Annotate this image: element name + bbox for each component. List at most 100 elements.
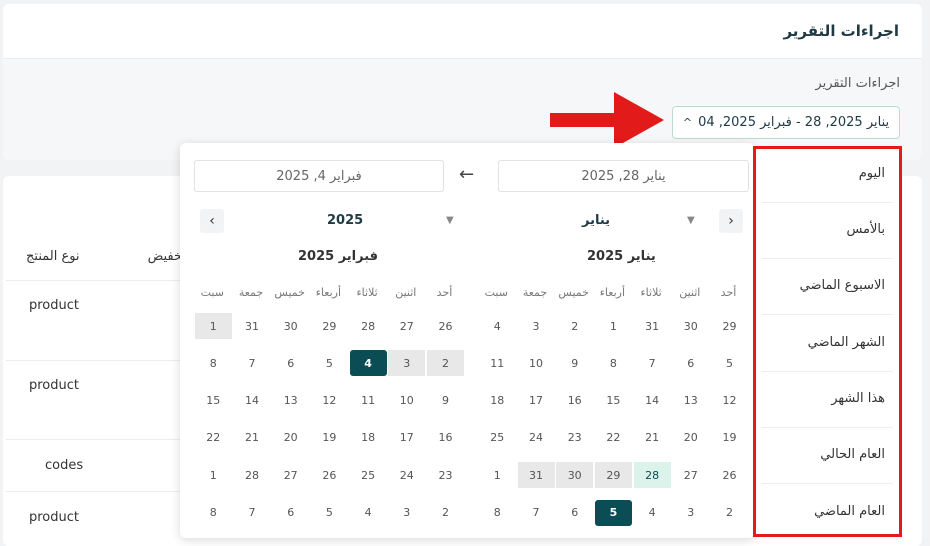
calendar-day[interactable]: 30 xyxy=(556,462,594,489)
calendar-day[interactable]: 5 xyxy=(311,350,348,376)
calendar-day[interactable]: 28 xyxy=(234,462,271,488)
calendar-day[interactable]: 8 xyxy=(195,350,232,376)
calendar-day[interactable]: 1 xyxy=(194,313,232,339)
calendar-day[interactable]: 11 xyxy=(479,350,516,376)
calendar-day[interactable]: 13 xyxy=(272,388,309,414)
calendar-day[interactable]: 8 xyxy=(195,500,232,526)
calendar-day[interactable]: 8 xyxy=(479,500,516,526)
calendar-day[interactable]: 1 xyxy=(595,313,632,339)
month-select[interactable]: يناير xyxy=(582,213,610,228)
calendar-day[interactable]: 17 xyxy=(388,425,425,451)
calendar-day[interactable]: 4 xyxy=(349,350,387,377)
preset-option[interactable]: اليوم xyxy=(859,166,885,181)
calendar-day[interactable]: 1 xyxy=(479,462,516,488)
calendar-day[interactable]: 15 xyxy=(195,388,232,414)
end-date-field[interactable]: فبراير 4, 2025 xyxy=(194,160,444,192)
calendar-day[interactable]: 29 xyxy=(711,313,748,339)
calendar-day[interactable]: 27 xyxy=(388,313,425,339)
calendar-day[interactable]: 5 xyxy=(594,499,632,526)
calendar-day[interactable]: 27 xyxy=(672,462,709,488)
preset-option[interactable]: العام الحالي xyxy=(820,447,885,462)
calendar-day[interactable]: 9 xyxy=(427,388,464,414)
calendar-day[interactable]: 7 xyxy=(234,350,271,376)
calendar-day[interactable]: 29 xyxy=(594,462,632,489)
calendar-day[interactable]: 24 xyxy=(518,425,555,451)
calendar-day[interactable]: 4 xyxy=(634,500,671,526)
calendar-day[interactable]: 21 xyxy=(634,425,671,451)
start-date-field[interactable]: يناير 28, 2025 xyxy=(498,160,749,192)
calendar-day[interactable]: 6 xyxy=(672,350,709,376)
calendar-day[interactable]: 3 xyxy=(388,500,425,526)
calendar-day[interactable]: 12 xyxy=(311,388,348,414)
calendar-day[interactable]: 26 xyxy=(711,462,748,488)
calendar-day[interactable]: 3 xyxy=(518,313,555,339)
calendar-day[interactable]: 7 xyxy=(234,500,271,526)
calendar-day[interactable]: 28 xyxy=(350,313,387,339)
calendar-day[interactable]: 15 xyxy=(595,388,632,414)
calendar-day[interactable]: 23 xyxy=(556,425,593,451)
calendar-day[interactable]: 28 xyxy=(633,462,671,489)
calendar-day[interactable]: 18 xyxy=(479,388,516,414)
calendar-day[interactable]: 4 xyxy=(479,313,516,339)
calendar-day[interactable]: 13 xyxy=(672,388,709,414)
chevron-down-icon[interactable]: ▼ xyxy=(687,215,695,226)
calendar-day[interactable]: 25 xyxy=(479,425,516,451)
calendar-day[interactable]: 6 xyxy=(556,500,593,526)
preset-option[interactable]: الشهر الماضي xyxy=(808,335,885,350)
calendar-day[interactable]: 21 xyxy=(234,425,271,451)
calendar-day[interactable]: 9 xyxy=(556,350,593,376)
calendar-day[interactable]: 20 xyxy=(672,425,709,451)
calendar-day[interactable]: 10 xyxy=(518,350,555,376)
calendar-day[interactable]: 22 xyxy=(595,425,632,451)
calendar-day[interactable]: 16 xyxy=(556,388,593,414)
calendar-day[interactable]: 30 xyxy=(672,313,709,339)
calendar-day[interactable]: 8 xyxy=(595,350,632,376)
preset-option[interactable]: الاسبوع الماضي xyxy=(800,278,885,293)
calendar-day[interactable]: 24 xyxy=(388,462,425,488)
calendar-day[interactable]: 18 xyxy=(350,425,387,451)
calendar-day[interactable]: 4 xyxy=(350,500,387,526)
calendar-day[interactable]: 26 xyxy=(311,462,348,488)
calendar-day[interactable]: 31 xyxy=(517,462,555,489)
calendar-day[interactable]: 5 xyxy=(711,350,748,376)
calendar-day[interactable]: 22 xyxy=(195,425,232,451)
next-month-button[interactable]: › xyxy=(719,209,743,233)
calendar-day[interactable]: 2 xyxy=(427,350,464,377)
calendar-day[interactable]: 19 xyxy=(311,425,348,451)
chevron-down-icon[interactable]: ▼ xyxy=(446,215,454,226)
prev-month-button[interactable]: ‹ xyxy=(200,209,224,233)
calendar-day[interactable]: 2 xyxy=(711,500,748,526)
calendar-day[interactable]: 14 xyxy=(634,388,671,414)
calendar-day[interactable]: 10 xyxy=(388,388,425,414)
calendar-day[interactable]: 25 xyxy=(350,462,387,488)
calendar-day[interactable]: 17 xyxy=(518,388,555,414)
calendar-day[interactable]: 7 xyxy=(518,500,555,526)
preset-option[interactable]: بالأمس xyxy=(846,222,885,237)
calendar-day[interactable]: 5 xyxy=(311,500,348,526)
calendar-day[interactable]: 19 xyxy=(711,425,748,451)
date-range-input[interactable]: يناير 2025, 28 - فبراير 2025, 04 ^ xyxy=(672,106,900,139)
year-select[interactable]: 2025 xyxy=(327,213,363,228)
calendar-day[interactable]: 27 xyxy=(272,462,309,488)
calendar-day[interactable]: 3 xyxy=(672,500,709,526)
calendar-day[interactable]: 26 xyxy=(427,313,464,339)
calendar-day[interactable]: 23 xyxy=(427,462,464,488)
calendar-day[interactable]: 31 xyxy=(234,313,271,339)
preset-option[interactable]: هذا الشهر xyxy=(831,391,885,406)
calendar-day[interactable]: 2 xyxy=(556,313,593,339)
calendar-day[interactable]: 11 xyxy=(350,388,387,414)
calendar-day[interactable]: 30 xyxy=(272,313,309,339)
calendar-day[interactable]: 6 xyxy=(272,500,309,526)
calendar-day[interactable]: 1 xyxy=(195,462,232,488)
calendar-day[interactable]: 31 xyxy=(634,313,671,339)
calendar-day[interactable]: 6 xyxy=(272,350,309,376)
calendar-day[interactable]: 3 xyxy=(388,350,426,377)
calendar-day[interactable]: 14 xyxy=(234,388,271,414)
calendar-day[interactable]: 2 xyxy=(427,500,464,526)
calendar-day[interactable]: 7 xyxy=(634,350,671,376)
calendar-day[interactable]: 16 xyxy=(427,425,464,451)
preset-option[interactable]: العام الماضي xyxy=(814,504,885,519)
calendar-day[interactable]: 20 xyxy=(272,425,309,451)
calendar-day[interactable]: 12 xyxy=(711,388,748,414)
calendar-day[interactable]: 29 xyxy=(311,313,348,339)
